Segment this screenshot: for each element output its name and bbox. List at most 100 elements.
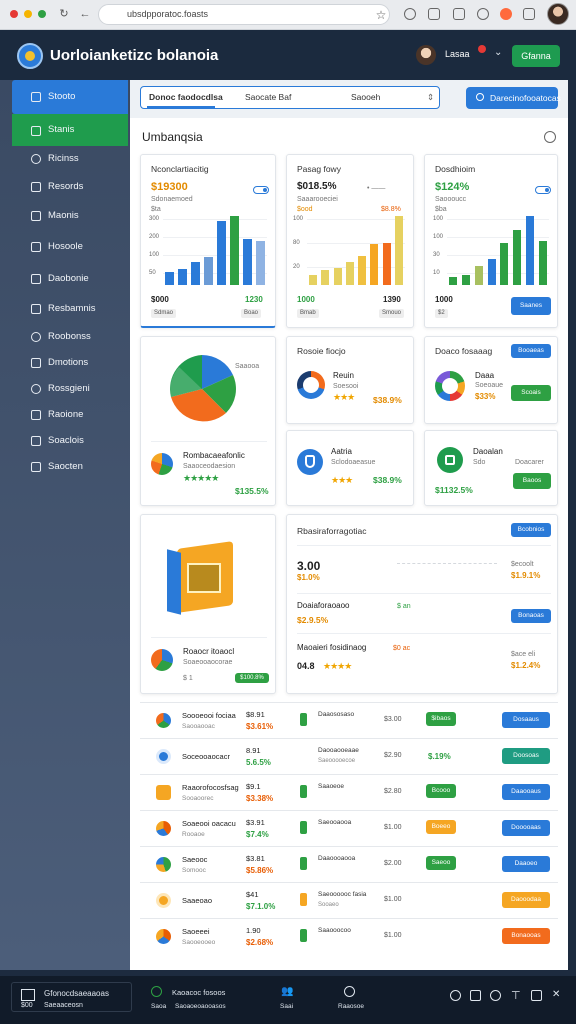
profile-avatar[interactable] bbox=[547, 3, 569, 25]
search-button[interactable]: Darecinofooatocas bbox=[466, 87, 561, 109]
extension-icon[interactable] bbox=[428, 8, 440, 20]
sidebar-item-6[interactable]: Daobonie bbox=[12, 266, 128, 292]
pie-card[interactable]: Saaooa Rombacaeafonlic Saaoceodaesion ★★… bbox=[140, 336, 276, 506]
rating-stars: ★★★★★ bbox=[183, 473, 219, 483]
card-action-button[interactable]: Saanes bbox=[511, 297, 551, 315]
search-field-tertiary[interactable]: Saooeh bbox=[351, 92, 380, 102]
sidebar-item-10[interactable]: Rossgieni bbox=[12, 376, 128, 402]
sidebar-item-9[interactable]: Dmotions bbox=[12, 350, 128, 376]
sidebar-item-1[interactable]: Stanis bbox=[12, 114, 128, 146]
table-row[interactable]: Saoeeei Saooeooeo 1.90 $2.68% Saaooocoo … bbox=[140, 918, 558, 953]
row-action-button[interactable]: Daaoeo bbox=[502, 856, 550, 872]
user-name[interactable]: Lasaa bbox=[445, 49, 470, 59]
chart-bar bbox=[474, 265, 483, 285]
close-icon[interactable]: ✕ bbox=[552, 989, 560, 1000]
chart-card-1[interactable]: Nconclartiacitig $19300 Sdonaemoed $ta 3… bbox=[140, 154, 276, 328]
header-action-button[interactable]: Gfanna bbox=[512, 45, 560, 67]
product-card[interactable]: Roaocr itoaocl Soaeooaocorae $ 1 $100.8% bbox=[140, 514, 276, 694]
shield-card[interactable]: Aatria Sclodoaeasue ★★★ $38.9% bbox=[286, 430, 414, 506]
chart-bar bbox=[243, 239, 252, 285]
refresh-icon[interactable]: ↻ bbox=[57, 7, 71, 21]
row-action-button[interactable]: Doosoas bbox=[502, 748, 550, 764]
sidebar-item-5[interactable]: Hosoole bbox=[12, 234, 128, 260]
row-action-button[interactable]: Daooodaa bbox=[502, 892, 550, 908]
row-action-button[interactable]: Dosaaus bbox=[502, 712, 550, 728]
row-action-button[interactable]: Dooooaas bbox=[502, 820, 550, 836]
table-row[interactable]: Soaeooi oacacu Rooaoe $3.91 $7.4% Saeooa… bbox=[140, 810, 558, 845]
status-circle-icon[interactable] bbox=[151, 986, 162, 997]
card-title: Doaco fosaaag bbox=[435, 346, 493, 356]
status-card[interactable]: Daoalan Sdo Doacarer $1132.5% Baoos bbox=[424, 430, 558, 506]
chevron-down-icon[interactable]: ⌄ bbox=[494, 47, 502, 58]
item-sub: Sclodoaeasue bbox=[331, 459, 376, 466]
sidebar-item-2[interactable]: Ricinss bbox=[12, 146, 128, 172]
window-icon bbox=[21, 989, 35, 1001]
card-action-button[interactable]: Baoos bbox=[513, 473, 551, 489]
sidebar-item-0[interactable]: Stooto bbox=[12, 80, 128, 114]
row-action-button[interactable]: Daaooaus bbox=[502, 784, 550, 800]
zoom-icon[interactable] bbox=[450, 990, 461, 1001]
row-sub: Saooaooac bbox=[182, 723, 215, 730]
sidebar-item-4[interactable]: Maonis bbox=[12, 203, 128, 229]
address-bar[interactable]: ubsdpporatoc.foasts bbox=[98, 4, 390, 25]
settings-icon[interactable] bbox=[477, 8, 489, 20]
app-logo-icon[interactable] bbox=[17, 43, 43, 69]
help-icon[interactable] bbox=[544, 131, 556, 143]
maximize-dot-icon[interactable] bbox=[38, 10, 46, 18]
table-row[interactable]: Soooeooi fociaa Saooaooac $8.91 $3.61% D… bbox=[140, 702, 558, 737]
chart-card-2[interactable]: Pasag fowy $018.5% • —— Saaarooeciei $oo… bbox=[286, 154, 414, 328]
row-amount: $3.00 bbox=[384, 716, 402, 723]
dropdown-icon[interactable]: ⇕ bbox=[427, 92, 434, 103]
users-icon[interactable]: 👥 bbox=[281, 986, 293, 997]
card-action-button[interactable]: Bonaoas bbox=[511, 609, 551, 623]
menu-icon[interactable] bbox=[523, 8, 535, 20]
row-badge[interactable]: Bcooo bbox=[426, 784, 456, 798]
card-action-button[interactable]: Booaeas bbox=[511, 344, 551, 358]
table-row[interactable]: Saeooc Somooc $3.81 $5.86% Daaoooaooa $2… bbox=[140, 846, 558, 881]
donut-card-2[interactable]: Doaco fosaaag Booaeas Daaa Soeoaue $33% … bbox=[424, 336, 558, 424]
sidebar-item-8[interactable]: Roobonss bbox=[12, 324, 128, 350]
toggle-switch[interactable] bbox=[535, 186, 551, 194]
user-avatar[interactable] bbox=[416, 45, 436, 65]
sidebar-item-7[interactable]: Resbamnis bbox=[12, 296, 128, 322]
toggle-switch[interactable] bbox=[253, 186, 269, 194]
list-card[interactable]: Rbasiraforragotiac Bcobnios 3.00 $1.0% $… bbox=[286, 514, 558, 694]
grid-icon[interactable] bbox=[531, 990, 542, 1001]
row-badge[interactable]: Saeoo bbox=[426, 856, 456, 870]
sidebar-item-13[interactable]: Saocten bbox=[12, 454, 128, 480]
bottom-item-label[interactable]: Saai bbox=[280, 1003, 293, 1010]
y-tick-label: 50 bbox=[149, 270, 156, 276]
sidebar-item-11[interactable]: Raoione bbox=[12, 402, 128, 428]
refresh-icon[interactable] bbox=[490, 990, 501, 1001]
search-field-primary[interactable]: Donoc faodocdlsa bbox=[149, 92, 223, 102]
close-dot-icon[interactable] bbox=[10, 10, 18, 18]
history-icon[interactable] bbox=[404, 8, 416, 20]
bottom-panel-button[interactable]: Gfonocdsaeaaoas $00 Saeaaceosn bbox=[11, 982, 132, 1012]
back-icon[interactable]: ← bbox=[78, 7, 92, 21]
smile-icon[interactable] bbox=[344, 986, 355, 997]
copy-icon[interactable] bbox=[470, 990, 481, 1001]
search-field-secondary[interactable]: Saocate Baf bbox=[245, 92, 291, 102]
row-badge[interactable]: $ibaos bbox=[426, 712, 456, 726]
app-header: Uorloianketizc bolanoia Lasaa ⌄ Gfanna bbox=[0, 30, 576, 80]
pin-icon[interactable]: ⊤ bbox=[511, 989, 521, 1002]
bottom-item-label[interactable]: Kaoacoc fosoos bbox=[172, 988, 225, 997]
minimize-dot-icon[interactable] bbox=[24, 10, 32, 18]
row-action-button[interactable]: Bonaooas bbox=[502, 928, 550, 944]
search-bar[interactable]: Donoc faodocdlsa Saocate Baf Saooeh ⇕ bbox=[140, 86, 440, 109]
donut-card-1[interactable]: Rosoie fiocjo Reuin Soesooi ★★★ $38.9% bbox=[286, 336, 414, 424]
bottom-item-label[interactable]: Raaosoe bbox=[338, 1003, 364, 1010]
account-icon[interactable] bbox=[500, 8, 512, 20]
table-row[interactable]: Saaeoao $41 $7.1.0% Saeoooooc fasia Sooa… bbox=[140, 882, 558, 917]
table-row[interactable]: Soceooaocacr 8.91 5.6.5% Daooaooeaae Sae… bbox=[140, 738, 558, 773]
row-badge[interactable]: Boeeo bbox=[426, 820, 456, 834]
card-action-button[interactable]: Bcobnios bbox=[511, 523, 551, 537]
chart-card-3[interactable]: Dosdhioim $124% Saoooucc $ba 100 100 30 10 … bbox=[424, 154, 558, 328]
bookmark-icon[interactable] bbox=[453, 8, 465, 20]
table-row[interactable]: Raaorofocosfsag Sooaoorec $9.1 $3.38% Sa… bbox=[140, 774, 558, 809]
card-action-button[interactable]: Scoais bbox=[511, 385, 551, 401]
notification-icon[interactable] bbox=[478, 45, 486, 53]
sidebar-item-3[interactable]: Resords bbox=[12, 174, 128, 200]
sidebar-item-12[interactable]: Soaclois bbox=[12, 428, 128, 454]
star-icon[interactable]: ☆ bbox=[374, 8, 388, 22]
